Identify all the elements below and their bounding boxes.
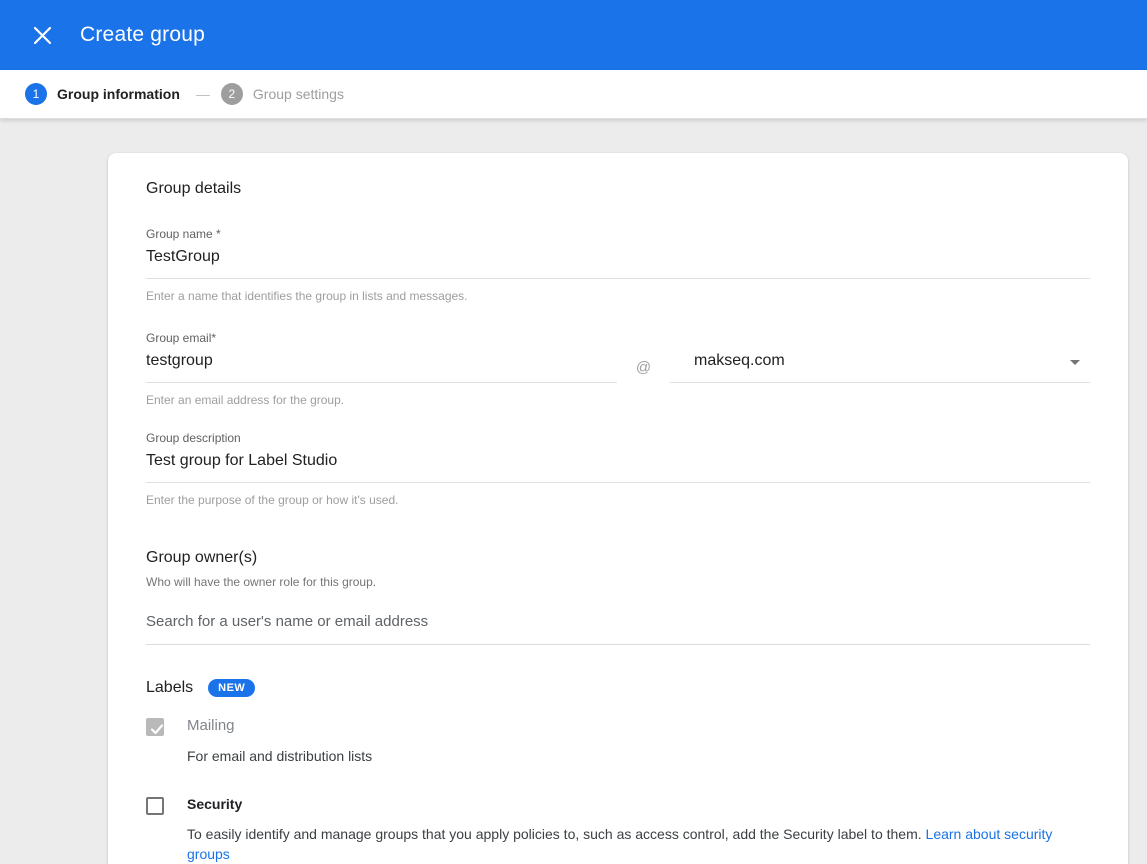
security-description: To easily identify and manage groups tha… xyxy=(187,824,1090,864)
domain-select-value: makseq.com xyxy=(670,352,785,370)
step-number-badge: 1 xyxy=(25,83,47,105)
checkmark-icon xyxy=(148,720,166,743)
security-description-text: To easily identify and manage groups tha… xyxy=(187,826,926,842)
group-details-heading: Group details xyxy=(146,180,1090,198)
domain-select[interactable]: makseq.com xyxy=(670,352,1090,383)
at-symbol: @ xyxy=(617,352,670,376)
step-separator: — xyxy=(196,86,209,102)
group-owners-subtitle: Who will have the owner role for this gr… xyxy=(146,575,1090,589)
group-name-helper: Enter a name that identifies the group i… xyxy=(146,289,1090,303)
labels-section: Labels NEW Mailing For email and distrib… xyxy=(146,679,1090,864)
step-group-settings[interactable]: 2 Group settings xyxy=(221,83,344,105)
step-group-information[interactable]: 1 Group information xyxy=(25,83,180,105)
group-name-input[interactable] xyxy=(146,248,1090,279)
dialog-header: Create group xyxy=(0,0,1147,70)
group-email-input[interactable] xyxy=(146,352,617,383)
new-badge: NEW xyxy=(208,679,255,697)
group-owners-section: Group owner(s) Who will have the owner r… xyxy=(146,549,1090,645)
page-title: Create group xyxy=(80,23,205,47)
group-email-helper: Enter an email address for the group. xyxy=(146,393,1090,407)
content-area: Group details Group name * Enter a name … xyxy=(0,119,1147,864)
step-label: Group information xyxy=(57,86,180,102)
close-icon xyxy=(33,26,52,45)
group-email-field: Group email* @ makseq.com Enter an email… xyxy=(146,331,1090,407)
label-option-mailing: Mailing For email and distribution lists xyxy=(146,717,1090,766)
group-description-helper: Enter the purpose of the group or how it… xyxy=(146,493,1090,507)
group-name-label: Group name * xyxy=(146,227,1090,241)
mailing-checkbox[interactable] xyxy=(146,718,164,736)
mailing-label: Mailing xyxy=(187,717,1090,734)
group-form-card: Group details Group name * Enter a name … xyxy=(108,153,1128,864)
security-checkbox[interactable] xyxy=(146,797,164,815)
group-description-field: Group description Enter the purpose of t… xyxy=(146,431,1090,507)
owner-search-input[interactable] xyxy=(146,613,1090,645)
mailing-description: For email and distribution lists xyxy=(187,746,1090,766)
chevron-down-icon xyxy=(1070,360,1080,365)
group-owners-heading: Group owner(s) xyxy=(146,549,1090,567)
security-label: Security xyxy=(187,796,1090,812)
group-description-input[interactable] xyxy=(146,452,1090,483)
label-option-security: Security To easily identify and manage g… xyxy=(146,796,1090,864)
stepper: 1 Group information — 2 Group settings xyxy=(0,70,1147,119)
group-name-field: Group name * Enter a name that identifie… xyxy=(146,227,1090,303)
step-label: Group settings xyxy=(253,86,344,102)
group-email-label: Group email* xyxy=(146,331,1090,345)
close-button[interactable] xyxy=(24,17,60,53)
step-number-badge: 2 xyxy=(221,83,243,105)
group-description-label: Group description xyxy=(146,431,1090,445)
labels-heading: Labels xyxy=(146,679,193,697)
